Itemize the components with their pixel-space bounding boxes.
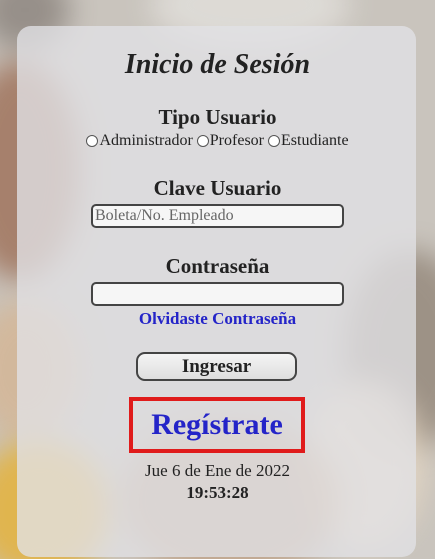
current-date: Jue 6 de Ene de 2022 xyxy=(145,461,290,480)
user-type-radio-group: Administrador Profesor Estudiante xyxy=(0,132,435,152)
forgot-password-link[interactable]: Olvidaste Contraseña xyxy=(0,309,435,329)
radio-estudiante[interactable]: Estudiante xyxy=(268,132,349,150)
current-time: 19:53:28 xyxy=(186,483,249,502)
password-input[interactable] xyxy=(91,282,344,306)
radio-profesor[interactable]: Profesor xyxy=(196,132,264,150)
user-type-heading: Tipo Usuario xyxy=(158,105,277,129)
user-key-input[interactable] xyxy=(91,204,344,228)
radio-circle-icon[interactable] xyxy=(196,135,209,147)
radio-circle-icon[interactable] xyxy=(268,135,280,147)
password-heading: Contraseña xyxy=(165,254,270,278)
radio-label-administrador: Administrador xyxy=(99,132,193,149)
radio-label-profesor: Profesor xyxy=(209,132,264,149)
radio-circle-icon[interactable] xyxy=(86,135,99,147)
login-button[interactable]: Ingresar xyxy=(136,352,297,381)
page-title: Inicio de Sesión xyxy=(124,49,311,80)
radio-administrador[interactable]: Administrador xyxy=(86,132,193,150)
radio-label-estudiante: Estudiante xyxy=(281,132,349,149)
register-link[interactable]: Regístrate xyxy=(129,397,305,453)
user-key-heading: Clave Usuario xyxy=(153,176,282,200)
